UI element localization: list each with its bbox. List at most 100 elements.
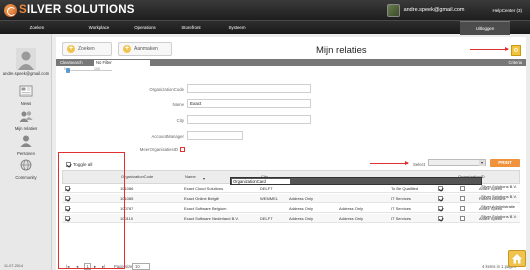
table-row[interactable]: 101085 Exact Online België WEMMEL Addres…	[62, 194, 520, 203]
newspaper-icon	[19, 85, 33, 97]
person-icon	[20, 135, 32, 147]
cell-address1: Address Only	[289, 206, 314, 211]
cell-org: Silver Solutions B.V.	[481, 194, 517, 199]
sidebar-item-relaties[interactable]: Mijn relaties	[0, 110, 52, 131]
select-label: Select	[413, 162, 425, 167]
filter-select[interactable]: No Filter	[94, 59, 150, 66]
cell-checkbox-a[interactable]	[438, 196, 443, 201]
criteria-toggle-icon[interactable]: ⚙	[511, 45, 521, 56]
sidebar: andre.speek@gmail.com News Mijn relaties	[0, 34, 52, 270]
main-panel: + Zoeken + Aanmaken Mijn relaties ⚙ Clea…	[56, 37, 526, 270]
slider-handle[interactable]	[66, 68, 70, 73]
tab-systeem[interactable]: Systeem	[214, 21, 260, 35]
cell-address2: Address Only	[339, 206, 364, 211]
cell-checkbox-a[interactable]	[438, 206, 443, 211]
cell-city: DELFT	[260, 216, 273, 221]
cell-name: Exact Software Belgium	[184, 206, 227, 211]
cell-city: DELFT	[260, 186, 273, 191]
accountmanager-field[interactable]	[187, 131, 243, 140]
sidebar-item-label: Community	[15, 175, 37, 180]
city-field[interactable]	[187, 115, 311, 124]
cell-city: WEMMEL	[260, 196, 278, 201]
tab-uitloggen[interactable]: Uitloggen	[460, 21, 510, 35]
top-bar: SILVER SOLUTIONS andre.speek@gmail.com H…	[0, 0, 530, 20]
report-dropdown-list: OrganizationCard	[230, 177, 482, 185]
cell-address2: Address Only	[339, 216, 364, 221]
cell-status: To Be Qualified	[391, 186, 419, 191]
table-row[interactable]: 101086 Exact Cloud Solutions DELFT To Be…	[62, 184, 520, 193]
app-window: SILVER SOLUTIONS andre.speek@gmail.com H…	[0, 0, 530, 270]
meerorganisaties-checkbox[interactable]	[180, 147, 185, 152]
plus-icon: +	[123, 45, 131, 53]
tab-workplace[interactable]: Workplace	[76, 21, 122, 35]
page-title: Mijn relaties	[316, 45, 367, 56]
accountmanager-label: AccountManager	[151, 134, 185, 139]
annotation-arrow-criteria	[470, 47, 509, 51]
table-row[interactable]: 100110 Exact Software Nederland B.V. DEL…	[62, 214, 520, 223]
search-filter-bar: Clearsearch No Filter Criteria	[56, 59, 526, 66]
table-row[interactable]: 100787 Exact Software Belgium Address On…	[62, 204, 520, 213]
cell-org: Silver Solutions B.V.	[481, 214, 517, 219]
home-icon	[512, 254, 522, 264]
sidebar-item-news[interactable]: News	[0, 85, 52, 106]
column-header-name[interactable]: Name	[185, 174, 196, 179]
add-button-label: Aanmaken	[134, 46, 158, 52]
logo-mark-icon	[4, 3, 17, 17]
plus-icon: +	[67, 45, 75, 53]
search-button-label: Zoeken	[78, 46, 95, 52]
logo-text: SILVER SOLUTIONS	[19, 4, 135, 16]
slider-max: 100	[94, 67, 100, 71]
name-field[interactable]: Exact	[187, 99, 311, 108]
chevron-down-icon: ▾	[479, 160, 485, 166]
user-email[interactable]: andre.speek@gmail.com	[404, 7, 465, 13]
cell-checkbox-b[interactable]	[460, 196, 465, 201]
dropdown-option-organizationcard[interactable]: OrganizationCard	[232, 179, 290, 184]
annotation-arrow-select	[370, 161, 409, 165]
search-button[interactable]: + Zoeken	[62, 42, 112, 56]
sidebar-item-label: Personen	[17, 151, 35, 156]
cell-org: Silver Solutions B.V.	[481, 184, 517, 189]
user-avatar-icon[interactable]	[16, 48, 36, 70]
home-button[interactable]	[508, 250, 526, 267]
tab-operations[interactable]: Operations	[122, 21, 168, 35]
slider-row: 0 100	[56, 67, 526, 75]
cell-org: Silver Administratie	[481, 204, 516, 209]
user-area: andre.speek@gmail.com HelpCenter (3)	[386, 2, 522, 18]
logo-text-s: S	[19, 4, 27, 16]
sidebar-item-label: News	[20, 101, 32, 106]
report-select[interactable]: ▾	[428, 159, 486, 166]
criteria-link[interactable]: Criteria	[509, 59, 523, 66]
slider-track[interactable]	[68, 70, 112, 71]
helpcenter-link[interactable]: HelpCenter (3)	[492, 8, 522, 13]
print-button[interactable]: PRINT	[490, 159, 520, 167]
cell-status: IT Services	[391, 196, 411, 201]
organizationcode-label: OrganizationCode	[149, 87, 184, 92]
sidebar-item-community[interactable]: Community	[0, 159, 52, 180]
logo-text-rest: ILVER SOLUTIONS	[26, 4, 135, 16]
clearsearch-link[interactable]: Clearsearch	[60, 59, 83, 66]
sidebar-item-label: Mijn relaties	[14, 126, 38, 131]
column-header-name-filter[interactable]: ▾	[203, 176, 205, 181]
tab-zoeken[interactable]: Zoeken	[14, 21, 60, 35]
cell-status: IT Services	[391, 216, 411, 221]
cell-checkbox-b[interactable]	[460, 206, 465, 211]
cell-name: Exact Cloud Solutions	[184, 186, 224, 191]
column-header-code[interactable]: OrganizationCode	[121, 174, 153, 179]
cell-checkbox-a[interactable]	[438, 186, 443, 191]
avatar[interactable]	[386, 3, 400, 17]
tab-storefront[interactable]: Storefront	[168, 21, 214, 35]
cell-name: Exact Online België	[184, 196, 219, 201]
add-button[interactable]: + Aanmaken	[118, 42, 172, 56]
cell-checkbox-b[interactable]	[460, 186, 465, 191]
annotation-highlight-box	[58, 152, 125, 269]
sidebar-date: 11-07-2014	[4, 264, 24, 268]
cell-checkbox-a[interactable]	[438, 216, 443, 221]
globe-icon	[20, 159, 32, 171]
sidebar-email: andre.speek@gmail.com	[2, 71, 50, 76]
page-size-select[interactable]: 10	[132, 263, 150, 270]
organizationcode-field[interactable]	[187, 84, 311, 93]
city-label: City	[176, 118, 184, 123]
sidebar-item-personen[interactable]: Personen	[0, 135, 52, 156]
cell-address1: Address Only	[289, 216, 314, 221]
cell-checkbox-b[interactable]	[460, 216, 465, 221]
